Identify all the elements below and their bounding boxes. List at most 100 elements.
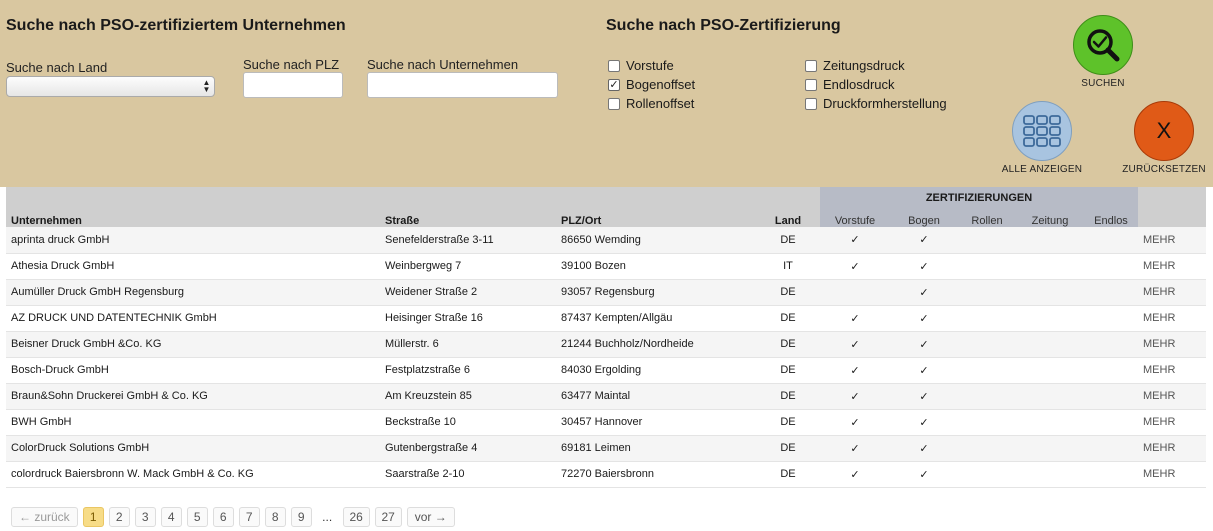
col-header-zeitung: Zeitung — [1016, 209, 1084, 227]
more-link[interactable]: MEHR — [1138, 357, 1206, 384]
checkbox-rollenoffset[interactable]: Rollenoffset — [608, 94, 694, 113]
cell-street: Am Kreuzstein 85 — [380, 383, 556, 410]
table-row: ColorDruck Solutions GmbH Gutenbergstraß… — [6, 435, 1206, 462]
cell-bogen: ✓ — [890, 383, 958, 410]
cell-endlos — [1084, 435, 1138, 462]
country-select[interactable]: ▲ ▼ — [6, 76, 215, 97]
page-button[interactable]: 9 — [290, 507, 312, 527]
plz-input[interactable] — [243, 72, 343, 98]
cell-country: DE — [756, 383, 820, 410]
cell-endlos — [1084, 357, 1138, 384]
page-button[interactable]: 27 — [374, 507, 402, 527]
cell-city: 93057 Regensburg — [556, 279, 756, 306]
cell-city: 30457 Hannover — [556, 409, 756, 436]
cert-search-title: Suche nach PSO-Zertifizierung — [606, 17, 841, 34]
cell-company: aprinta druck GmbH — [6, 227, 380, 254]
checkbox-druckformherstellung[interactable]: Druckformherstellung — [805, 94, 947, 113]
more-link[interactable]: MEHR — [1138, 279, 1206, 306]
checkbox-box[interactable] — [608, 97, 620, 110]
col-header-street: Straße — [380, 187, 556, 227]
magnifier-icon — [1087, 29, 1120, 62]
page-button[interactable]: 26 — [342, 507, 370, 527]
checkbox-vorstufe[interactable]: Vorstufe — [608, 56, 674, 75]
select-arrows-icon: ▲ ▼ — [202, 78, 211, 94]
company-input[interactable] — [367, 72, 558, 98]
cell-city: 86650 Wemding — [556, 227, 756, 254]
reset-button[interactable]: X — [1134, 101, 1194, 161]
cell-street: Weidener Straße 2 — [380, 279, 556, 306]
cell-bogen: ✓ — [890, 253, 958, 280]
cell-bogen: ✓ — [890, 305, 958, 332]
col-header-bogen: Bogen — [890, 209, 958, 227]
more-link[interactable]: MEHR — [1138, 305, 1206, 332]
company-label: Suche nach Unternehmen — [367, 57, 519, 72]
cell-street: Senefelderstraße 3-11 — [380, 227, 556, 254]
checkbox-bogenoffset[interactable]: ✓ Bogenoffset — [608, 75, 695, 94]
page-button[interactable]: 2 — [108, 507, 130, 527]
more-link[interactable]: MEHR — [1138, 435, 1206, 462]
cell-rollen — [958, 253, 1016, 280]
col-header-certifications: ZERTIFIZIERUNGEN — [820, 187, 1138, 209]
col-header-country: Land — [756, 187, 820, 227]
cell-zeitung — [1016, 357, 1084, 384]
cell-bogen: ✓ — [890, 461, 958, 488]
checkbox-label: Zeitungsdruck — [823, 58, 905, 73]
more-link[interactable]: MEHR — [1138, 253, 1206, 280]
page-button-current[interactable]: 1 — [82, 507, 104, 527]
checkbox-box-checked[interactable]: ✓ — [608, 78, 620, 91]
cell-country: DE — [756, 461, 820, 488]
cell-city: 63477 Maintal — [556, 383, 756, 410]
page-button[interactable]: 8 — [264, 507, 286, 527]
cell-endlos — [1084, 331, 1138, 358]
cell-street: Beckstraße 10 — [380, 409, 556, 436]
col-header-more — [1138, 187, 1206, 227]
checkbox-box[interactable] — [608, 59, 620, 72]
cell-zeitung — [1016, 279, 1084, 306]
checkbox-box[interactable] — [805, 97, 817, 110]
cell-company: BWH GmbH — [6, 409, 380, 436]
plz-label: Suche nach PLZ — [243, 57, 340, 72]
cell-company: AZ DRUCK UND DATENTECHNIK GmbH — [6, 305, 380, 332]
cell-endlos — [1084, 253, 1138, 280]
table-row: Athesia Druck GmbH Weinbergweg 7 39100 B… — [6, 253, 1206, 280]
search-button[interactable] — [1073, 15, 1133, 75]
cell-bogen: ✓ — [890, 409, 958, 436]
more-link[interactable]: MEHR — [1138, 227, 1206, 254]
cell-endlos — [1084, 461, 1138, 488]
checkbox-zeitungsdruck[interactable]: Zeitungsdruck — [805, 56, 905, 75]
page-button[interactable]: 7 — [238, 507, 260, 527]
cell-street: Gutenbergstraße 4 — [380, 435, 556, 462]
page-button[interactable]: 5 — [186, 507, 208, 527]
checkbox-endlosdruck[interactable]: Endlosdruck — [805, 75, 895, 94]
more-link[interactable]: MEHR — [1138, 461, 1206, 488]
cell-zeitung — [1016, 331, 1084, 358]
cell-country: DE — [756, 279, 820, 306]
cell-bogen: ✓ — [890, 279, 958, 306]
cell-company: Braun&Sohn Druckerei GmbH & Co. KG — [6, 383, 380, 410]
more-link[interactable]: MEHR — [1138, 409, 1206, 436]
cell-rollen — [958, 409, 1016, 436]
pagination: ← zurück 1 2 3 4 5 6 7 8 9 ... 26 27 vor… — [11, 507, 460, 527]
next-page-button[interactable]: vor → — [406, 507, 455, 527]
more-link[interactable]: MEHR — [1138, 331, 1206, 358]
cell-city: 69181 Leimen — [556, 435, 756, 462]
cell-zeitung — [1016, 435, 1084, 462]
checkbox-box[interactable] — [805, 78, 817, 91]
page-button[interactable]: 6 — [212, 507, 234, 527]
cell-street: Saarstraße 2-10 — [380, 461, 556, 488]
page-button[interactable]: 4 — [160, 507, 182, 527]
prev-page-button[interactable]: ← zurück — [11, 507, 78, 527]
show-all-button[interactable] — [1012, 101, 1072, 161]
table-row: colordruck Baiersbronn W. Mack GmbH & Co… — [6, 461, 1206, 488]
cell-city: 39100 Bozen — [556, 253, 756, 280]
checkbox-label: Rollenoffset — [626, 96, 695, 111]
cell-city: 21244 Buchholz/Nordheide — [556, 331, 756, 358]
col-header-vorstufe: Vorstufe — [820, 209, 890, 227]
col-header-city: PLZ/Ort — [556, 187, 756, 227]
more-link[interactable]: MEHR — [1138, 383, 1206, 410]
page-button[interactable]: 3 — [134, 507, 156, 527]
checkbox-label: Endlosdruck — [823, 77, 895, 92]
cell-endlos — [1084, 279, 1138, 306]
checkbox-box[interactable] — [805, 59, 817, 72]
checkbox-label: Druckformherstellung — [823, 96, 947, 111]
